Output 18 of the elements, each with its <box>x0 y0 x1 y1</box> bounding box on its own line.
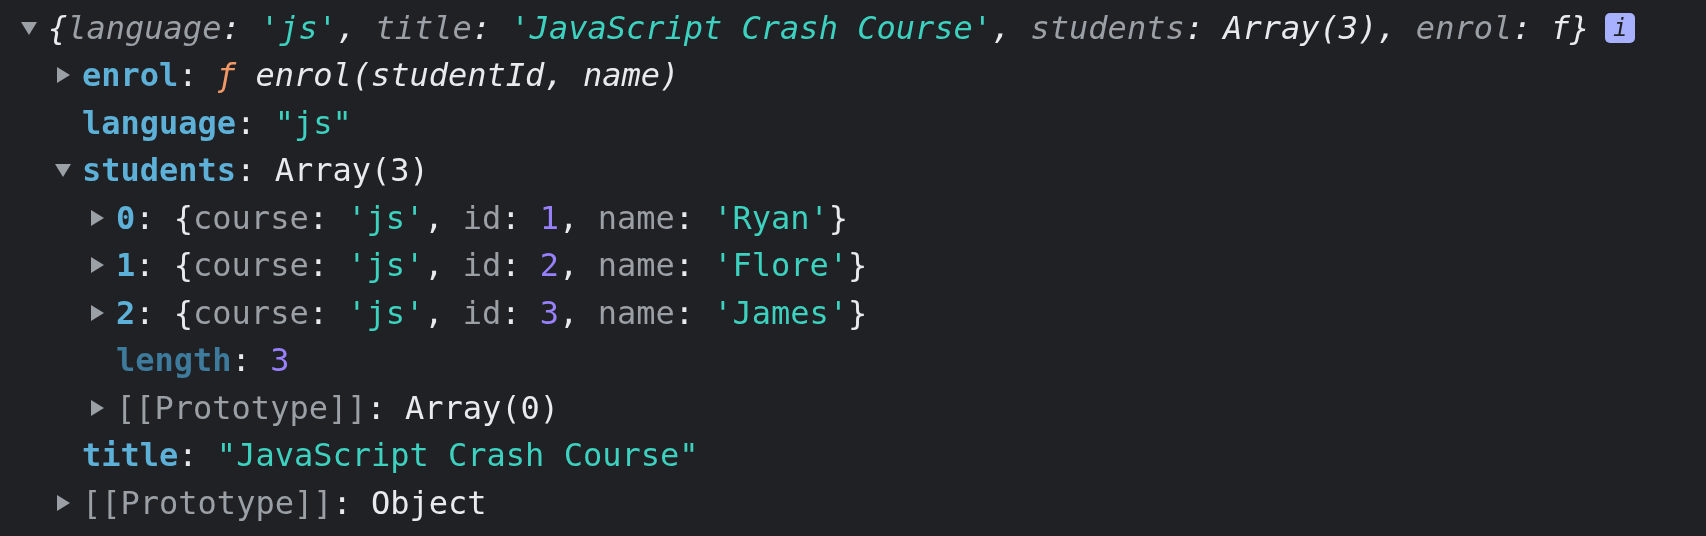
property-line: students: Array(3) <box>82 151 429 190</box>
expand-triangle-icon[interactable] <box>54 66 72 85</box>
expand-triangle-icon[interactable] <box>88 398 106 417</box>
object-preview: {language: 'js', title: 'JavaScript Crash Course', students: Array(3), enrol: f} <box>48 8 1590 47</box>
expand-triangle-icon[interactable] <box>88 208 106 227</box>
property-line: length: 3 <box>116 341 290 380</box>
property-line: language: "js" <box>82 103 352 142</box>
expand-triangle-icon[interactable] <box>54 493 72 512</box>
property-line: enrol: ƒ enrol(studentId, name) <box>82 56 680 95</box>
property-line: 2: {course: 'js', id: 3, name: 'James'} <box>116 293 868 332</box>
info-badge[interactable]: i <box>1605 12 1636 43</box>
property-line: 1: {course: 'js', id: 2, name: 'Flore'} <box>116 246 868 285</box>
expand-triangle-icon[interactable] <box>88 256 106 275</box>
property-line: [[Prototype]]: Array(0) <box>116 388 560 427</box>
property-line: title: "JavaScript Crash Course" <box>82 436 699 475</box>
expand-triangle-icon[interactable] <box>88 303 106 322</box>
property-line: [[Prototype]]: Object <box>82 483 487 522</box>
property-line: 0: {course: 'js', id: 1, name: 'Ryan'} <box>116 198 849 237</box>
